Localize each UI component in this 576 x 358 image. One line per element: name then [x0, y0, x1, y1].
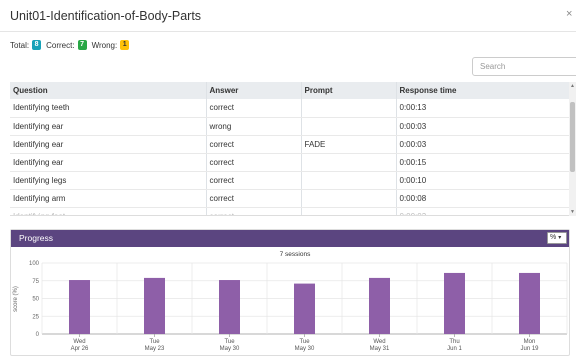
search-input[interactable]	[472, 57, 576, 76]
table-row[interactable]: Identifying arm correct 0:00:08	[10, 189, 571, 208]
total-label: Total:	[10, 40, 30, 50]
y-tick-label: 100	[29, 261, 40, 267]
column-header-answer[interactable]: Answer	[206, 82, 302, 99]
x-tick-label: May 30	[220, 346, 240, 352]
cell-answer: correct	[206, 99, 302, 118]
cell-response-time: 0:00:13	[396, 99, 571, 118]
y-tick-label: 0	[36, 332, 40, 338]
x-tick-label: Mon	[524, 339, 536, 345]
chart-bar[interactable]	[444, 272, 465, 334]
chart-bar[interactable]	[519, 272, 540, 334]
y-tick-label: 75	[32, 279, 39, 285]
cell-response-time: 0:00:03	[396, 135, 571, 154]
chart-x-ticks: WedApr 26TueMay 23TueMay 30TueMay 30WedM…	[71, 334, 539, 352]
unit-select-value: %	[550, 234, 557, 241]
cell-question: Identifying foot	[10, 207, 207, 215]
chart-bars	[69, 272, 540, 334]
table-row[interactable]: Identifying teeth correct 0:00:13	[10, 99, 571, 118]
cell-response-time: 0:00:10	[396, 171, 571, 190]
x-tick-label: Tue	[299, 339, 310, 345]
table-row[interactable]: Identifying foot correct 0:00:03	[10, 207, 571, 215]
cell-response-time: 0:00:03	[396, 207, 571, 215]
total-badge: 8	[32, 40, 42, 50]
scrollbar-thumb[interactable]	[570, 102, 575, 172]
chart-y-ticks: 0 25 50 75 100	[29, 261, 40, 338]
x-tick-label: Tue	[224, 339, 235, 345]
chart-bar[interactable]	[219, 280, 240, 334]
progress-title: Progress	[19, 233, 54, 243]
unit-select[interactable]: % ▾	[547, 232, 567, 244]
stats-bar: Total: 8 Correct: 7 Wrong: 1	[10, 40, 134, 50]
chart-y-axis-label: score (%)	[13, 286, 19, 312]
cell-question: Identifying ear	[10, 153, 207, 172]
table-row[interactable]: Identifying ear wrong 0:00:03	[10, 117, 571, 136]
chart-title: 7 sessions	[280, 251, 311, 258]
cell-answer: correct	[206, 189, 302, 208]
correct-badge: 7	[77, 40, 87, 50]
cell-prompt	[301, 99, 397, 118]
cell-prompt	[301, 117, 397, 136]
column-header-question[interactable]: Question	[10, 82, 207, 99]
chart-bar[interactable]	[69, 280, 90, 334]
x-tick-label: Tue	[149, 339, 160, 345]
table-row[interactable]: Identifying ear correct 0:00:15	[10, 153, 571, 172]
progress-header: Progress % ▾	[11, 230, 569, 247]
cell-question: Identifying teeth	[10, 99, 207, 118]
scroll-up-arrow-icon[interactable]: ▲	[570, 83, 575, 89]
scroll-down-arrow-icon[interactable]: ▼	[570, 209, 575, 215]
chart-bar[interactable]	[369, 277, 390, 334]
close-icon[interactable]: ×	[566, 8, 576, 20]
cell-prompt	[301, 189, 397, 208]
progress-chart: 7 sessions score (%) 0255075100 WedApr 2…	[13, 251, 568, 352]
results-table-container[interactable]: Question Answer Prompt Response time Ide…	[10, 82, 576, 216]
cell-answer: correct	[206, 171, 302, 190]
cell-question: Identifying ear	[10, 135, 207, 154]
cell-response-time: 0:00:03	[396, 117, 571, 136]
cell-question: Identifying ear	[10, 117, 207, 136]
x-tick-label: May 30	[295, 346, 315, 352]
y-tick-label: 25	[32, 314, 39, 320]
cell-question: Identifying arm	[10, 189, 207, 208]
modal-title: Unit01-Identification-of-Body-Parts	[10, 9, 202, 23]
x-tick-label: Jun 19	[520, 346, 539, 352]
correct-label: Correct:	[46, 40, 75, 50]
table-scrollbar[interactable]: ▲ ▼	[569, 82, 576, 216]
cell-response-time: 0:00:15	[396, 153, 571, 172]
cell-prompt	[301, 153, 397, 172]
results-table: Question Answer Prompt Response time Ide…	[10, 82, 571, 215]
wrong-badge: 1	[120, 40, 130, 50]
cell-question: Identifying legs	[10, 171, 207, 190]
header-divider	[0, 31, 576, 32]
wrong-label: Wrong:	[91, 40, 118, 50]
cell-prompt: FADE	[301, 135, 397, 154]
chart-bar[interactable]	[144, 277, 165, 334]
column-header-response-time[interactable]: Response time	[396, 82, 571, 99]
table-row[interactable]: Identifying ear correct FADE 0:00:03	[10, 135, 571, 154]
x-tick-label: Thu	[449, 339, 459, 345]
cell-answer: correct	[206, 135, 302, 154]
x-tick-label: May 31	[370, 346, 390, 352]
y-tick-label: 50	[32, 297, 39, 303]
chevron-down-icon: ▾	[558, 235, 562, 241]
x-tick-label: Wed	[73, 339, 85, 345]
cell-response-time: 0:00:08	[396, 189, 571, 208]
cell-answer: wrong	[206, 117, 302, 136]
cell-answer: correct	[206, 153, 302, 172]
cell-prompt	[301, 171, 397, 190]
x-tick-label: Apr 26	[71, 346, 89, 352]
x-tick-label: May 23	[145, 346, 165, 352]
table-header-row: Question Answer Prompt Response time	[10, 82, 571, 99]
table-row[interactable]: Identifying legs correct 0:00:10	[10, 171, 571, 190]
x-tick-label: Jun 1	[447, 346, 462, 352]
chart-bar[interactable]	[294, 283, 315, 334]
x-tick-label: Wed	[373, 339, 385, 345]
cell-answer: correct	[206, 207, 302, 215]
cell-prompt	[301, 207, 397, 215]
progress-panel: Progress % ▾ 7 sessions score (%) 0 25 50 7…	[10, 229, 570, 356]
column-header-prompt[interactable]: Prompt	[301, 82, 397, 99]
